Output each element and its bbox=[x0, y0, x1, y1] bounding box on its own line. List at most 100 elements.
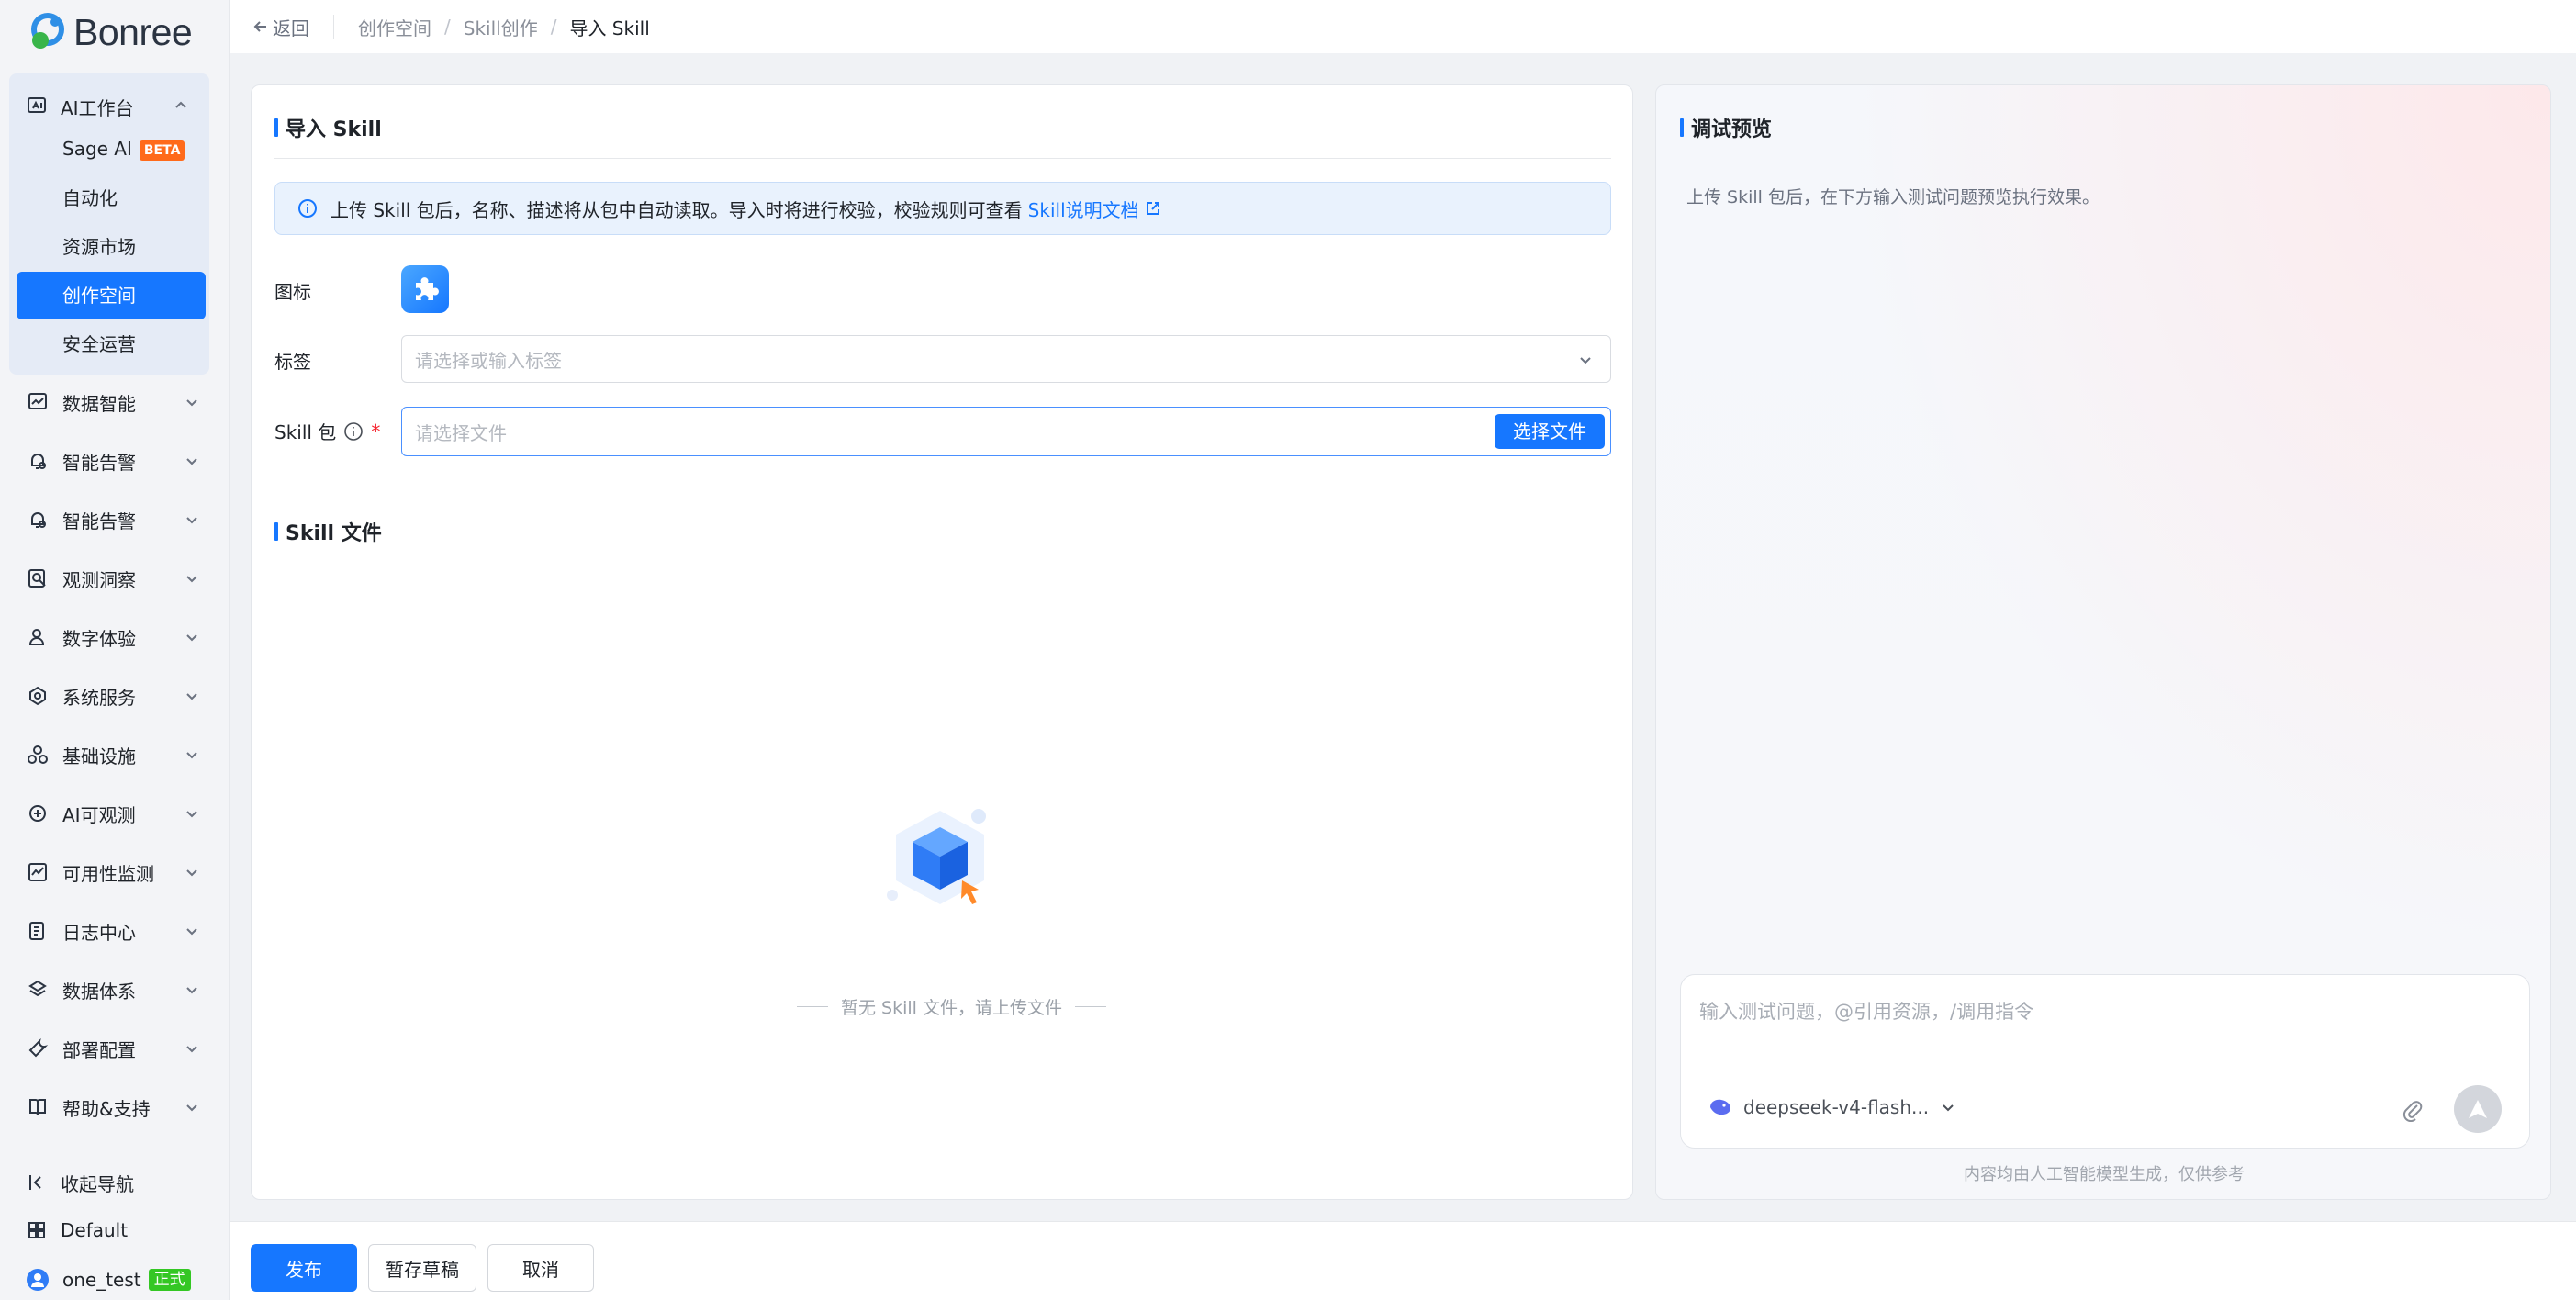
cancel-button[interactable]: 取消 bbox=[487, 1244, 594, 1292]
model-selector[interactable]: deepseek-v4-flash... bbox=[1708, 1096, 1956, 1118]
ai-disclaimer: 内容均由人工智能模型生成，仅供参考 bbox=[1964, 1165, 2245, 1184]
help-info-icon[interactable] bbox=[343, 421, 364, 442]
sidebar-item-label: 自动化 bbox=[62, 187, 118, 209]
grid-icon bbox=[28, 1222, 45, 1238]
skill-package-input[interactable]: 请选择文件 选择文件 bbox=[401, 407, 1611, 456]
tag-select-placeholder: 请选择或输入标签 bbox=[415, 349, 562, 372]
publish-button[interactable]: 发布 bbox=[251, 1244, 357, 1292]
sidebar-item-log-center[interactable]: 日志中心 bbox=[26, 908, 200, 954]
chevron-down-icon bbox=[186, 458, 197, 465]
avatar bbox=[27, 1269, 49, 1291]
chevron-down-icon bbox=[186, 576, 197, 583]
chevron-down-icon bbox=[186, 811, 197, 818]
brand-name: Bonree bbox=[73, 10, 193, 53]
sidebar-item-creation-space[interactable]: 创作空间 bbox=[17, 272, 206, 319]
send-arrow-icon bbox=[2469, 1100, 2487, 1118]
preview-title-text: 调试预览 bbox=[1691, 118, 1773, 141]
breadcrumb-separator: / bbox=[550, 16, 557, 38]
import-title-text: 导入 Skill bbox=[286, 118, 382, 141]
deploy-icon bbox=[28, 1037, 49, 1058]
tag-select[interactable]: 请选择或输入标签 bbox=[401, 335, 1611, 383]
skill-doc-link-label: Skill说明文档 bbox=[1027, 198, 1139, 221]
sidebar-item-help-support[interactable]: 帮助&支持 bbox=[26, 1084, 200, 1130]
nav-label: 智能告警 bbox=[62, 510, 136, 532]
divider bbox=[333, 15, 334, 39]
import-skill-panel: 导入 Skill 上传 Skill 包后，名称、描述将从包中自动读取。导入时将进… bbox=[251, 84, 1633, 1200]
nav-label: 智能告警 bbox=[62, 451, 136, 474]
sidebar-item-resource-market[interactable]: 资源市场 bbox=[62, 223, 136, 271]
system-service-icon bbox=[29, 686, 46, 706]
nav-label: 部署配置 bbox=[62, 1038, 136, 1061]
brand-logo[interactable]: Bonree bbox=[28, 9, 193, 55]
ai-workspace-group: AI工作台 Sage AI BETA 自动化 资源市场 创作空间 安全运营 bbox=[9, 73, 209, 375]
sidebar-item-data-system[interactable]: 数据体系 bbox=[26, 967, 200, 1013]
send-button[interactable] bbox=[2454, 1085, 2502, 1133]
title-divider bbox=[274, 158, 1611, 159]
ai-workspace-header[interactable]: AI工作台 bbox=[26, 88, 200, 125]
breadcrumb-item-skill-creation[interactable]: Skill创作 bbox=[464, 14, 538, 40]
help-book-icon bbox=[29, 1099, 46, 1115]
chevron-down-icon bbox=[186, 928, 197, 936]
files-title-text: Skill 文件 bbox=[286, 522, 382, 545]
sidebar-item-infrastructure[interactable]: 基础设施 bbox=[26, 732, 200, 778]
sidebar-item-sage-ai[interactable]: Sage AI BETA bbox=[62, 125, 185, 173]
action-footer: 发布 暂存草稿 取消 bbox=[230, 1221, 2576, 1300]
sidebar-item-security-ops[interactable]: 安全运营 bbox=[62, 320, 136, 368]
puzzle-icon bbox=[416, 277, 439, 300]
chevron-down-icon bbox=[186, 693, 197, 700]
sidebar-item-deploy-config[interactable]: 部署配置 bbox=[26, 1025, 200, 1071]
preview-hint: 上传 Skill 包后，在下方输入测试问题预览执行效果。 bbox=[1686, 187, 2100, 207]
log-icon bbox=[29, 922, 44, 940]
top-bar: 返回 创作空间 / Skill创作 / 导入 Skill bbox=[230, 0, 2576, 53]
test-input-box[interactable]: 输入测试问题，@引用资源，/调用指令 deepseek-v4-flash... bbox=[1680, 974, 2530, 1149]
sidebar-item-data-intelligence[interactable]: 数据智能 bbox=[26, 379, 200, 425]
sidebar-item-availability[interactable]: 可用性监测 bbox=[26, 849, 200, 895]
save-draft-button[interactable]: 暂存草稿 bbox=[368, 1244, 476, 1292]
nav-label: AI可观测 bbox=[62, 803, 136, 826]
availability-icon bbox=[28, 863, 47, 881]
section-title-preview: 调试预览 bbox=[1680, 113, 1772, 142]
env-badge: 正式 bbox=[148, 1269, 191, 1291]
deepseek-whale-icon bbox=[1710, 1099, 1730, 1115]
sidebar-item-automation[interactable]: 自动化 bbox=[62, 174, 118, 222]
workspace-switcher[interactable]: Default bbox=[26, 1212, 128, 1249]
test-input-placeholder[interactable]: 输入测试问题，@引用资源，/调用指令 bbox=[1699, 997, 2033, 1025]
select-file-button[interactable]: 选择文件 bbox=[1495, 414, 1605, 449]
ai-observe-icon bbox=[29, 805, 46, 822]
nav-label: 帮助&支持 bbox=[62, 1097, 151, 1120]
collapse-nav-button[interactable]: 收起导航 bbox=[26, 1164, 134, 1201]
breadcrumb-item-current: 导入 Skill bbox=[569, 17, 650, 39]
sidebar-item-system-service[interactable]: 系统服务 bbox=[26, 673, 200, 719]
collapse-icon bbox=[29, 1175, 41, 1190]
user-profile[interactable]: one_test 正式 bbox=[26, 1261, 191, 1298]
sidebar-item-smart-alert-2[interactable]: 智能告警 bbox=[26, 497, 200, 543]
back-button[interactable]: 返回 bbox=[252, 14, 309, 40]
sidebar-item-label: 创作空间 bbox=[62, 285, 136, 307]
info-text: 上传 Skill 包后，名称、描述将从包中自动读取。导入时将进行校验，校验规则可… bbox=[330, 198, 1023, 221]
infrastructure-icon bbox=[28, 745, 48, 764]
attachment-icon[interactable] bbox=[2401, 1098, 2425, 1122]
nav-label: 数据智能 bbox=[62, 392, 136, 415]
chevron-down-icon bbox=[186, 634, 197, 642]
skill-doc-link[interactable]: Skill说明文档 bbox=[1028, 196, 1161, 222]
title-accent-bar bbox=[274, 118, 278, 137]
empty-state-illustration bbox=[876, 801, 1004, 916]
chart-icon bbox=[28, 393, 47, 409]
search-doc-icon bbox=[28, 569, 46, 588]
chevron-down-icon bbox=[186, 869, 197, 877]
sidebar-item-digital-experience[interactable]: 数字体验 bbox=[26, 614, 200, 660]
section-title-files: Skill 文件 bbox=[274, 517, 382, 546]
package-label-text: Skill 包 bbox=[274, 421, 337, 443]
sidebar-item-label: 安全运营 bbox=[62, 333, 136, 355]
skill-icon-picker[interactable] bbox=[401, 265, 449, 313]
chevron-down-icon bbox=[186, 752, 197, 759]
beta-badge: BETA bbox=[139, 140, 185, 161]
sidebar-item-smart-alert[interactable]: 智能告警 bbox=[26, 438, 200, 484]
chevron-down-icon bbox=[186, 517, 197, 524]
sidebar-item-observe-insight[interactable]: 观测洞察 bbox=[26, 555, 200, 601]
chevron-down-icon bbox=[186, 987, 197, 994]
nav-label: 数据体系 bbox=[62, 980, 136, 1003]
breadcrumb-item-creation-space[interactable]: 创作空间 bbox=[358, 14, 431, 40]
sidebar-item-ai-observability[interactable]: AI可观测 bbox=[26, 790, 200, 836]
workspace-label: Default bbox=[61, 1219, 129, 1241]
